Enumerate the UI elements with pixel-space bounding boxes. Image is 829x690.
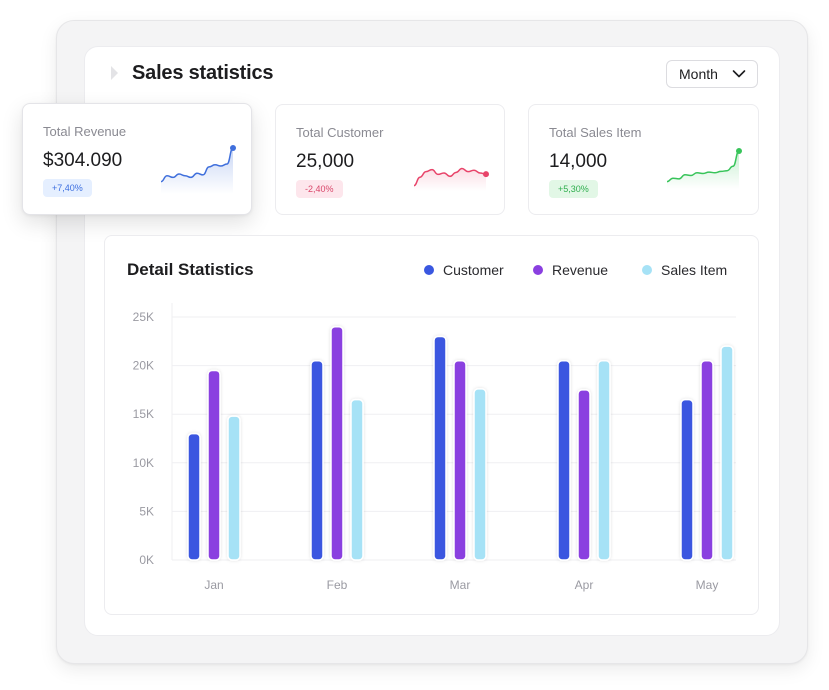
detail-bar-chart: 0K 5K 10K 15K 20K 25K Jan Feb Mar Apr May [133, 303, 736, 592]
bar-sales-item-apr [597, 359, 611, 561]
x-tick-label: Apr [575, 578, 594, 592]
bar-customer-mar [433, 335, 447, 561]
bar-revenue-apr [577, 389, 591, 561]
x-tick-label: May [696, 578, 719, 592]
x-tick-label: Jan [204, 578, 223, 592]
bar-sales-item-feb [350, 398, 364, 561]
bar-sales-item-jan [227, 415, 241, 561]
bar-sales-item-mar [473, 388, 487, 561]
bar-customer-jan [187, 432, 201, 561]
y-tick-label: 15K [133, 407, 154, 421]
bar-customer-apr [557, 359, 571, 561]
y-tick-label: 0K [139, 553, 154, 567]
y-tick-label: 10K [133, 456, 154, 470]
y-tick-label: 25K [133, 310, 154, 324]
bar-revenue-mar [453, 359, 467, 561]
bar-revenue-may [700, 359, 714, 561]
x-tick-label: Feb [327, 578, 348, 592]
bar-sales-item-may [720, 345, 734, 561]
bar-revenue-feb [330, 325, 344, 561]
y-tick-label: 5K [139, 504, 154, 518]
bar-customer-may [680, 398, 694, 561]
x-tick-label: Mar [450, 578, 471, 592]
bar-customer-feb [310, 359, 324, 561]
bar-revenue-jan [207, 369, 221, 561]
y-tick-label: 20K [133, 359, 154, 373]
